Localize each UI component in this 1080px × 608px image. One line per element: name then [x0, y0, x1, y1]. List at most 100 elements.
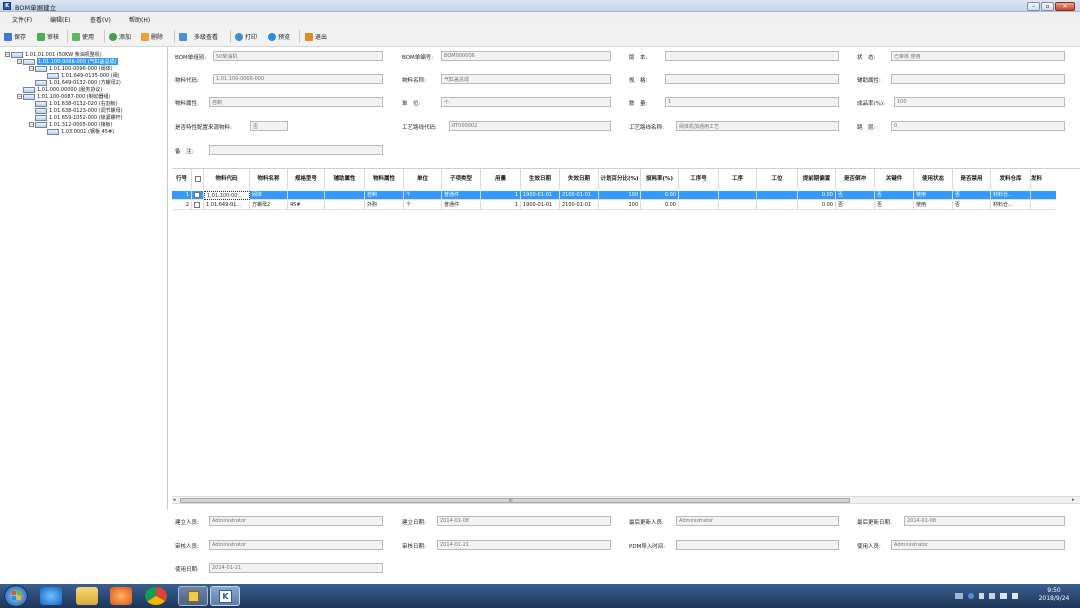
- collapse-toggle[interactable]: −: [17, 94, 22, 99]
- chrome-icon[interactable]: [145, 587, 167, 605]
- col-header[interactable]: 计划百分比(%): [599, 169, 641, 189]
- collapse-toggle[interactable]: −: [29, 122, 34, 127]
- col-header[interactable]: 工位: [757, 169, 798, 189]
- bom-no-field[interactable]: BOM000006: [441, 51, 611, 61]
- update-date-label: 最后更新日期:: [857, 520, 892, 526]
- unit-field[interactable]: 个: [441, 97, 611, 107]
- print-button[interactable]: 打印: [235, 31, 257, 42]
- col-header[interactable]: 失效日期: [560, 169, 599, 189]
- save-button[interactable]: 保存: [4, 31, 26, 42]
- arrow-icon[interactable]: [979, 593, 984, 599]
- tree-node[interactable]: −1.01.312-0005-000 (接板): [29, 121, 113, 128]
- col-header[interactable]: 规格型号: [288, 169, 325, 189]
- flag-icon[interactable]: [989, 593, 995, 599]
- collapse-toggle[interactable]: −: [29, 66, 34, 71]
- collapse-toggle[interactable]: −: [17, 59, 22, 64]
- aux-attr-field[interactable]: [891, 74, 1065, 84]
- col-header[interactable]: 发料: [1031, 169, 1056, 189]
- tree-node[interactable]: 1.01.649-0135-000 (阀): [47, 72, 120, 79]
- col-header[interactable]: 辅助属性: [325, 169, 365, 189]
- qty-field[interactable]: 1: [665, 97, 839, 107]
- keyboard-icon[interactable]: [955, 593, 963, 599]
- toolbar-divider: [299, 30, 300, 43]
- media-player-icon[interactable]: [110, 587, 132, 605]
- preview-button[interactable]: 预览: [268, 31, 290, 42]
- col-header[interactable]: 工序号: [679, 169, 719, 189]
- yield-field[interactable]: 100: [894, 97, 1065, 107]
- col-header[interactable]: 行号: [172, 169, 192, 189]
- checkbox[interactable]: [194, 202, 200, 208]
- internet-explorer-icon[interactable]: [40, 587, 62, 605]
- network-icon[interactable]: [1000, 593, 1007, 599]
- volume-icon[interactable]: [1012, 593, 1018, 599]
- tree-node[interactable]: −1.01.100-0096-000 (阀体): [29, 65, 113, 72]
- level-field[interactable]: 0: [891, 121, 1065, 131]
- tree-node[interactable]: 1.01.659-1052-000 (锁紧螺杆): [35, 114, 123, 121]
- col-header[interactable]: 提前期偏置: [798, 169, 836, 189]
- col-header[interactable]: 工序: [719, 169, 757, 189]
- exit-button[interactable]: 退出: [305, 31, 327, 42]
- col-header[interactable]: 是否禁用: [953, 169, 991, 189]
- col-header[interactable]: 关键件: [875, 169, 914, 189]
- tree-node[interactable]: 1.01.649-0132-000 (方螺母2): [35, 79, 121, 86]
- item-code-field[interactable]: 1.01.100-0066-000: [213, 74, 383, 84]
- config-source-label: 是否特性配置来源物料:: [175, 125, 232, 131]
- multi-level-view-button[interactable]: 多级查看: [179, 31, 218, 42]
- version-field[interactable]: [665, 51, 839, 61]
- col-header[interactable]: 用量: [481, 169, 521, 189]
- windows-logo-icon: [12, 596, 16, 600]
- tree-node[interactable]: 1.03.0001 (钢板 45#): [47, 128, 114, 135]
- col-header[interactable]: 生效日期: [521, 169, 560, 189]
- tree-node[interactable]: −1.01.100-0087-000 (制动器组): [17, 93, 111, 100]
- menu-view[interactable]: 查看(V): [90, 15, 111, 24]
- col-header[interactable]: 物料属性: [365, 169, 404, 189]
- audit-button[interactable]: 审核: [37, 31, 59, 42]
- tree-node-icon: [11, 51, 23, 58]
- minimize-button[interactable]: –: [1027, 2, 1040, 11]
- row-checkbox[interactable]: [192, 201, 204, 210]
- tree-node[interactable]: 1.01.638-0132-020 (右割板): [35, 100, 118, 107]
- row-checkbox[interactable]: [192, 191, 204, 200]
- select-all-checkbox[interactable]: [192, 169, 204, 189]
- tree-node[interactable]: −1.01.100-0066-000 (气缸盖总成): [17, 58, 118, 65]
- checkbox[interactable]: [194, 192, 200, 198]
- horizontal-scrollbar[interactable]: ◂ III ▸: [172, 496, 1080, 504]
- menu-help[interactable]: 帮助(H): [129, 15, 150, 24]
- table-row[interactable]: 2 1.01.649-01... 方螺母2 45# 外购 个 普通件 1 190…: [172, 201, 1056, 210]
- maximize-button[interactable]: ▫: [1041, 2, 1054, 11]
- add-button[interactable]: 添加: [109, 31, 131, 42]
- tree-node[interactable]: 1.01.000.00000 (服务协议): [23, 86, 102, 93]
- table-row[interactable]: 1 1.01.100-00... 阀体 自制 个 普通件 1 1900-01-0…: [172, 191, 1056, 200]
- col-header[interactable]: 物料名称: [250, 169, 288, 189]
- tree-node[interactable]: −1.01.01.001 (50KW 柴油机整机): [5, 51, 102, 58]
- scroll-left-arrow-icon[interactable]: ◂: [173, 497, 176, 503]
- collapse-toggle[interactable]: −: [5, 52, 10, 57]
- config-source-field[interactable]: 否: [250, 121, 288, 131]
- taskbar-app-icon[interactable]: [178, 586, 208, 606]
- col-header[interactable]: 子项类型: [442, 169, 481, 189]
- col-header[interactable]: 使用状态: [914, 169, 953, 189]
- help-icon[interactable]: [968, 593, 974, 599]
- status-field: 已审核 使用: [891, 51, 1065, 61]
- col-header[interactable]: 是否倒冲: [836, 169, 875, 189]
- use-button[interactable]: 使用: [72, 31, 94, 42]
- scroll-right-arrow-icon[interactable]: ▸: [1072, 497, 1075, 503]
- col-header[interactable]: 发料仓库: [991, 169, 1031, 189]
- checkbox[interactable]: [194, 176, 201, 182]
- tree-node[interactable]: 1.01.638-0123-000 (调节螺母): [35, 107, 123, 114]
- route-code-field[interactable]: RT000002: [449, 121, 611, 131]
- delete-button[interactable]: 删除: [141, 31, 163, 42]
- col-header[interactable]: 物料代码: [204, 169, 250, 189]
- col-header[interactable]: 损耗率(%): [641, 169, 679, 189]
- col-header[interactable]: 单位: [404, 169, 442, 189]
- menu-edit[interactable]: 编辑(E): [50, 15, 70, 24]
- scrollbar-thumb[interactable]: III: [180, 498, 850, 503]
- menu-file[interactable]: 文件(F): [12, 15, 32, 24]
- bom-group-field[interactable]: 50柴油机: [213, 51, 383, 61]
- start-button[interactable]: [4, 585, 28, 607]
- close-button[interactable]: ✕: [1055, 2, 1075, 11]
- remark-field[interactable]: [209, 145, 383, 155]
- taskbar-active-window[interactable]: K: [210, 586, 240, 606]
- clock[interactable]: 9:50 2018/9/24: [1032, 587, 1076, 603]
- file-explorer-icon[interactable]: [76, 587, 98, 605]
